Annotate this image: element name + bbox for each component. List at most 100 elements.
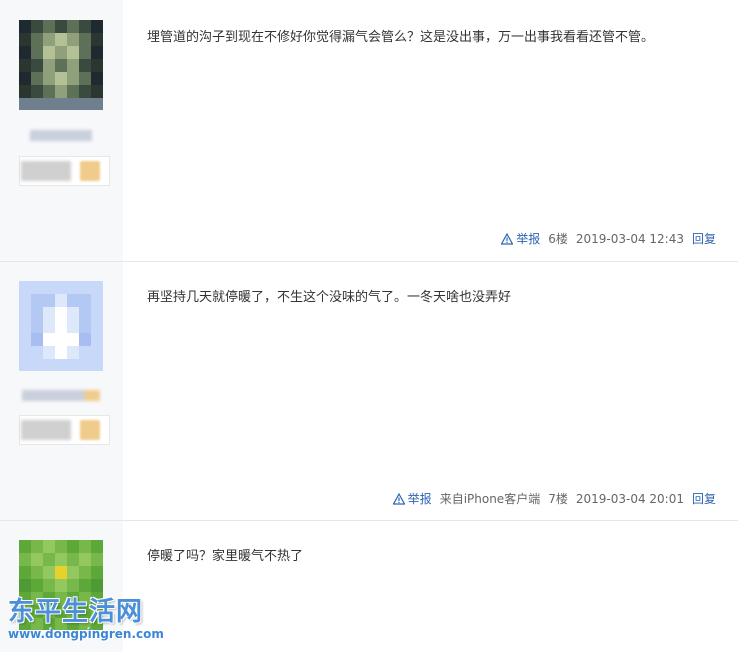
avatar-pixel <box>91 85 103 98</box>
avatar-pixel <box>19 59 31 72</box>
report-link[interactable]: 举报 <box>501 230 540 247</box>
avatar-pixel <box>31 307 43 320</box>
avatar-pixel <box>43 46 55 59</box>
floor-number: 6楼 <box>548 232 568 246</box>
avatar-pixel <box>19 33 31 46</box>
avatar-pixel <box>67 59 79 72</box>
avatar-pixel <box>79 294 91 307</box>
avatar-pixel <box>31 98 43 110</box>
avatar-pixel <box>19 566 31 579</box>
avatar-pixel <box>43 72 55 85</box>
avatar-pixel <box>55 307 67 320</box>
avatar-pixel <box>67 72 79 85</box>
warning-triangle-icon <box>392 492 405 505</box>
avatar-pixel <box>55 553 67 566</box>
post-floor-6: 埋管道的沟子到现在不修好你觉得漏气会管么？这是没出事，万一出事我看看还管不管。 … <box>0 0 738 262</box>
avatar-pixel <box>67 294 79 307</box>
avatar-pixel <box>55 46 67 59</box>
avatar-pixel <box>91 346 103 359</box>
avatar-pixel <box>43 85 55 98</box>
avatar-pixel <box>67 566 79 579</box>
avatar-pixel <box>79 72 91 85</box>
avatar-pixel <box>55 294 67 307</box>
avatar-pixel <box>43 20 55 33</box>
avatar-pixel <box>79 59 91 72</box>
avatar-pixel <box>55 33 67 46</box>
level-badge-gold <box>80 420 100 440</box>
user-sidebar <box>0 262 123 520</box>
avatar-pixel <box>31 72 43 85</box>
avatar-pixel <box>91 72 103 85</box>
report-label[interactable]: 举报 <box>408 490 432 507</box>
avatar-pixel <box>55 320 67 333</box>
avatar-pixel <box>79 20 91 33</box>
avatar-pixel <box>91 540 103 553</box>
avatar-pixel <box>31 85 43 98</box>
post-content: 再坚持几天就停暖了，不生这个没味的气了。一冬天啥也没弄好 <box>147 290 512 305</box>
avatar-pixel <box>67 281 79 294</box>
avatar-pixel <box>55 346 67 359</box>
username-blurred[interactable] <box>22 390 100 401</box>
avatar-pixel <box>43 359 55 371</box>
avatar-pixel <box>91 320 103 333</box>
avatar-pixel <box>67 333 79 346</box>
avatar-pixel <box>19 359 31 371</box>
avatar-pixel <box>19 320 31 333</box>
avatar-pixel <box>55 72 67 85</box>
post-floor-7: 再坚持几天就停暖了，不生这个没味的气了。一冬天啥也没弄好 举报 来自iPhone… <box>0 262 738 521</box>
avatar-pixel <box>55 20 67 33</box>
avatar-pixel <box>79 553 91 566</box>
avatar-pixel <box>19 281 31 294</box>
avatar-pixel <box>19 46 31 59</box>
avatar-pixel <box>19 333 31 346</box>
post-meta: 举报 来自iPhone客户端 7楼 2019-03-04 20:01 回复 <box>392 490 716 507</box>
avatar-pixel <box>31 553 43 566</box>
avatar-pixel <box>55 281 67 294</box>
avatar-pixel <box>19 553 31 566</box>
avatar-pixel <box>19 98 31 110</box>
report-label[interactable]: 举报 <box>516 230 540 247</box>
avatar-pixel <box>91 20 103 33</box>
post-content: 埋管道的沟子到现在不修好你觉得漏气会管么？这是没出事，万一出事我看看还管不管。 <box>147 30 655 45</box>
avatar-pixel <box>43 59 55 72</box>
avatar-pixel <box>43 540 55 553</box>
post-time: 2019-03-04 12:43 <box>575 231 684 246</box>
reply-link[interactable]: 回复 <box>692 230 716 247</box>
avatar-pixel <box>91 566 103 579</box>
avatar-pixel <box>79 346 91 359</box>
avatar-pixel <box>43 307 55 320</box>
avatar-pixel <box>67 553 79 566</box>
avatar-pixel <box>43 98 55 110</box>
warning-triangle-icon <box>501 232 514 245</box>
avatar-pixel <box>67 540 79 553</box>
avatar-pixel <box>79 540 91 553</box>
avatar-pixel <box>79 307 91 320</box>
avatar-pixel <box>55 566 67 579</box>
level-badge-gold <box>80 161 100 181</box>
watermark-url: www.dongpingren.com <box>8 627 164 641</box>
report-link[interactable]: 举报 <box>392 490 432 507</box>
reply-link[interactable]: 回复 <box>692 490 716 507</box>
avatar-pixel <box>91 307 103 320</box>
avatar-pixel <box>19 85 31 98</box>
avatar-pixel <box>55 359 67 371</box>
avatar-pixel <box>19 72 31 85</box>
avatar-pixel <box>43 320 55 333</box>
avatar-pixel <box>55 540 67 553</box>
avatar-pixel <box>91 33 103 46</box>
avatar-pixel <box>43 566 55 579</box>
avatar-pixel <box>67 320 79 333</box>
avatar[interactable] <box>19 281 103 371</box>
avatar-pixel <box>55 59 67 72</box>
avatar-pixel <box>91 98 103 110</box>
avatar-pixel <box>67 307 79 320</box>
avatar[interactable] <box>19 20 103 110</box>
avatar-pixel <box>91 579 103 592</box>
floor-number: 7楼 <box>548 492 568 506</box>
username-blurred[interactable] <box>30 130 92 141</box>
avatar-pixel <box>31 33 43 46</box>
avatar-pixel <box>55 85 67 98</box>
avatar-pixel <box>43 281 55 294</box>
avatar-pixel <box>79 566 91 579</box>
avatar-pixel <box>79 579 91 592</box>
